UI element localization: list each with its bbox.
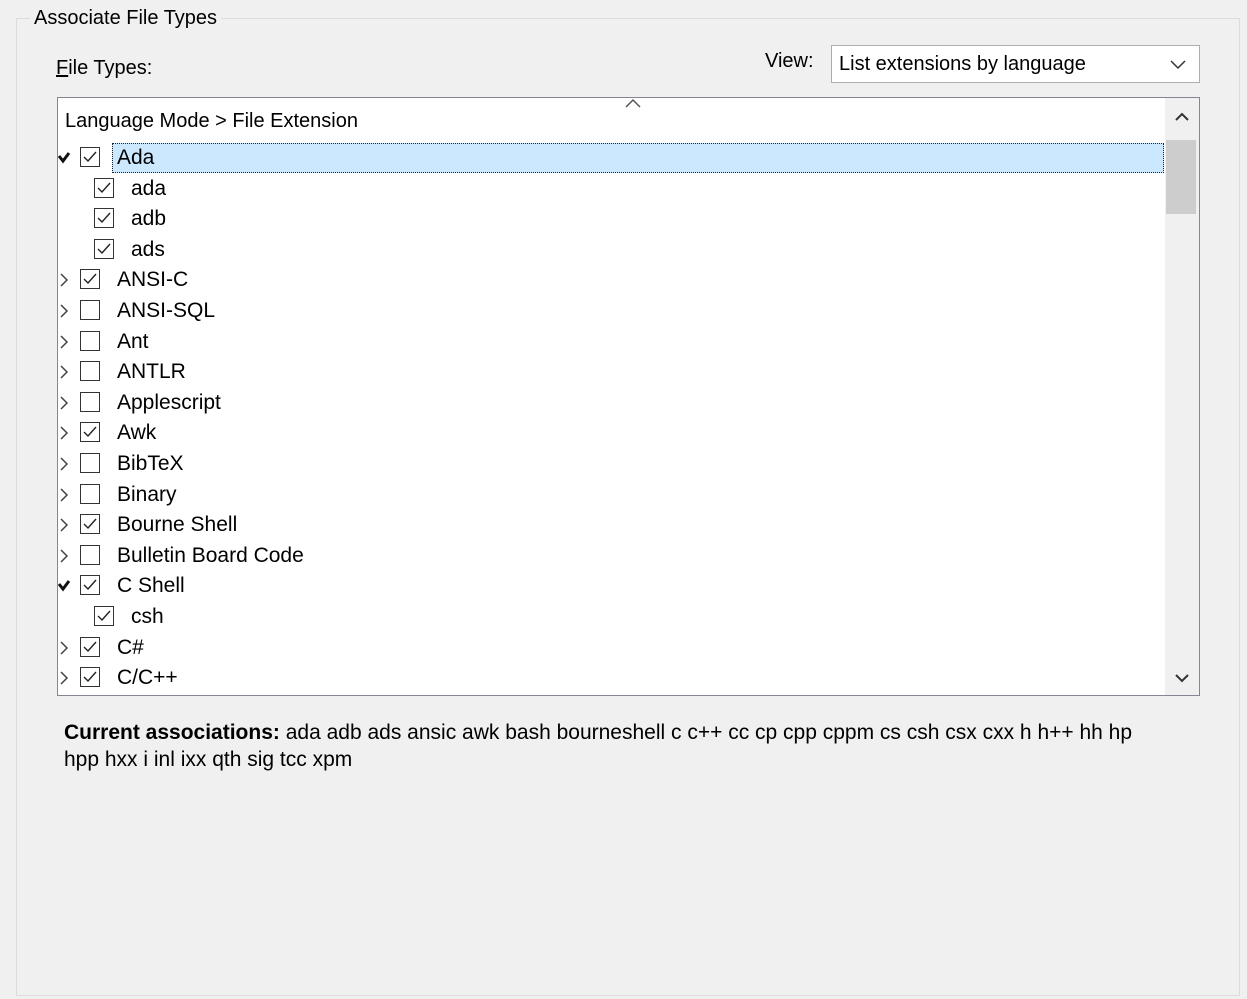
selection-highlight (112, 143, 1164, 173)
file-types-accelerator: F (56, 57, 69, 79)
checkbox[interactable] (80, 330, 100, 351)
tree-row[interactable]: BibTeX (58, 449, 1165, 479)
checkbox[interactable] (80, 300, 100, 320)
chevron-right-icon[interactable] (58, 425, 70, 441)
tree-row-label: csh (131, 605, 164, 628)
tree-row-label: C/C++ (117, 666, 178, 690)
view-dropdown-value: List extensions by language (839, 53, 1086, 75)
tree-row[interactable]: Binary (58, 480, 1165, 510)
checkbox[interactable] (80, 514, 100, 535)
checkbox[interactable] (80, 269, 100, 290)
checkbox[interactable] (80, 483, 100, 504)
tree-row[interactable]: ANSI-C (58, 265, 1165, 295)
tree-row-label: C Shell (117, 574, 185, 598)
tree-row-label: Binary (117, 482, 177, 506)
chevron-right-icon[interactable] (58, 395, 70, 411)
checkmark-icon (83, 273, 97, 285)
checkbox[interactable] (80, 575, 100, 596)
file-types-label: File Types: (56, 56, 152, 80)
current-associations-label: Current associations: (64, 721, 280, 744)
tree-row-label: ANTLR (117, 360, 186, 384)
checkmark-icon (97, 182, 111, 193)
checkbox[interactable] (80, 453, 100, 473)
chevron-right-icon[interactable] (58, 334, 70, 350)
tree-row[interactable]: Bourne Shell (58, 510, 1165, 540)
checkbox[interactable] (80, 422, 100, 443)
tree-row-label: Applescript (117, 390, 221, 414)
tree-row[interactable]: Awk (58, 418, 1165, 448)
tree-row[interactable]: adb (58, 204, 1165, 234)
tree-row[interactable]: csh (58, 602, 1165, 632)
chevron-right-icon[interactable] (58, 517, 70, 533)
scroll-up-icon[interactable] (1173, 110, 1191, 124)
tree-row[interactable]: C/C++ (58, 663, 1165, 693)
tree-row-label: Ada (117, 146, 155, 169)
current-associations: Current associations: ada adb ads ansic … (64, 719, 1164, 773)
checkbox[interactable] (80, 544, 100, 565)
checkbox[interactable] (80, 147, 100, 167)
checkmark-icon (83, 671, 97, 683)
checkmark-icon (83, 641, 97, 652)
file-types-tree[interactable]: Language Mode > File Extension Ada ada adb… (57, 97, 1200, 696)
checkmark-icon (97, 610, 111, 622)
checkbox[interactable] (94, 208, 114, 229)
scrollbar-thumb[interactable] (1166, 140, 1196, 214)
chevron-right-icon[interactable] (58, 364, 70, 380)
checkbox[interactable] (94, 238, 114, 259)
chevron-right-icon[interactable] (58, 272, 70, 288)
checkmark-icon (83, 579, 97, 591)
tree-row-label: ada (131, 176, 167, 200)
checkmark-icon (83, 426, 97, 438)
tree-row-label: BibTeX (117, 452, 184, 475)
group-title: Associate File Types (30, 6, 222, 30)
checkbox[interactable] (80, 667, 100, 688)
chevron-right-icon[interactable] (58, 456, 70, 472)
tree-row[interactable]: Ada (58, 143, 1165, 173)
file-types-label-text: ile Types: (68, 57, 153, 79)
chevron-right-icon[interactable] (58, 548, 70, 564)
tree-row-label: ANSI-C (117, 268, 189, 292)
checkmark-icon (83, 518, 97, 530)
tree-row-label: Ant (117, 329, 149, 353)
vertical-scrollbar[interactable] (1165, 98, 1199, 695)
column-header-language-mode[interactable]: Language Mode > File Extension (65, 108, 358, 134)
chevron-down-icon (1170, 60, 1186, 70)
chevron-right-icon[interactable] (58, 670, 70, 686)
chevron-right-icon[interactable] (58, 303, 70, 319)
chevron-down-icon[interactable] (58, 150, 70, 166)
tree-row-label: Awk (117, 421, 157, 445)
checkbox[interactable] (80, 391, 100, 412)
sort-ascending-icon (625, 98, 641, 108)
tree-row[interactable]: Ant (58, 327, 1165, 357)
view-label: View: (765, 50, 814, 72)
chevron-right-icon[interactable] (58, 487, 70, 503)
tree-row-label: adb (131, 207, 167, 231)
checkbox[interactable] (80, 636, 100, 657)
tree-row[interactable]: ada (58, 174, 1165, 204)
chevron-down-icon[interactable] (58, 578, 70, 594)
view-dropdown[interactable]: List extensions by language (831, 45, 1200, 83)
checkmark-icon (97, 212, 111, 224)
tree-row-label: Bourne Shell (117, 513, 238, 537)
tree-row[interactable]: ads (58, 235, 1165, 265)
checkbox[interactable] (94, 606, 114, 626)
tree-row-label: Bulletin Board Code (117, 543, 304, 567)
checkmark-icon (97, 243, 111, 254)
tree-row[interactable]: Bulletin Board Code (58, 541, 1165, 571)
tree-row[interactable]: Applescript (58, 388, 1165, 418)
checkbox[interactable] (80, 361, 100, 382)
checkmark-icon (83, 151, 97, 163)
tree-row[interactable]: ANSI-SQL (58, 296, 1165, 326)
scroll-down-icon[interactable] (1173, 671, 1191, 685)
tree-row-label: ANSI-SQL (117, 299, 216, 322)
tree-row[interactable]: C Shell (58, 571, 1165, 601)
tree-row[interactable]: C# (58, 633, 1165, 663)
tree-row-label: ads (131, 237, 165, 261)
checkbox[interactable] (94, 177, 114, 198)
tree-row-label: C# (117, 635, 144, 659)
chevron-right-icon[interactable] (58, 640, 70, 656)
tree-row[interactable]: ANTLR (58, 357, 1165, 387)
